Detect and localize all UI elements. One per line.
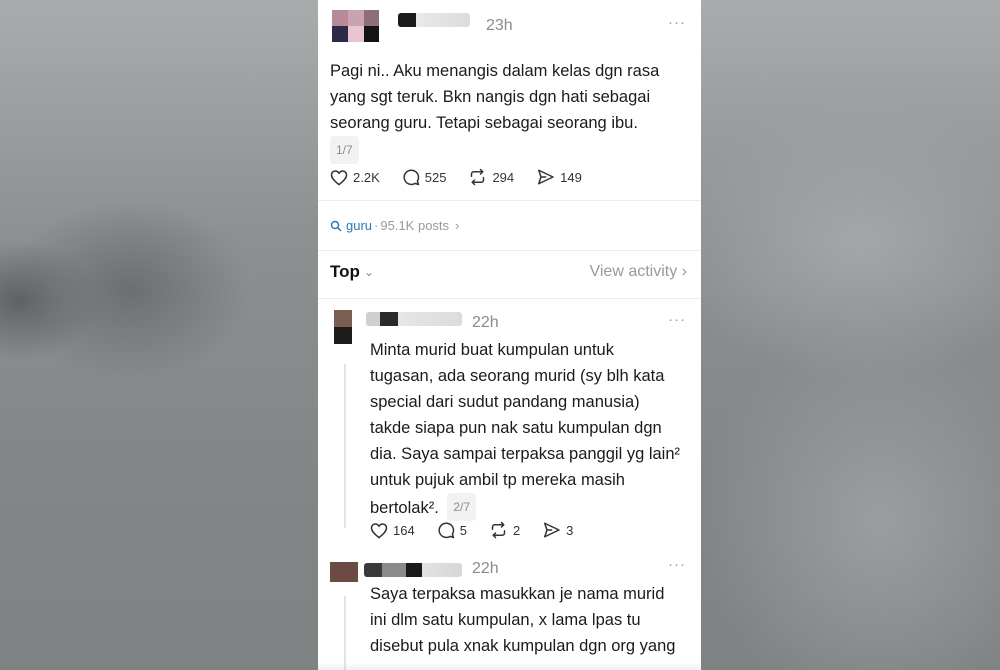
- reply-button[interactable]: 5: [437, 521, 467, 539]
- sort-dropdown[interactable]: Top: [330, 262, 360, 282]
- view-activity-link[interactable]: View activity ›: [589, 263, 687, 281]
- like-button[interactable]: 2.2K: [330, 169, 380, 186]
- reply-text-line: disebut pula xnak kumpulan dgn org yang: [370, 637, 676, 655]
- thread-line: [344, 364, 346, 528]
- reply-actions: 164 5 2 3: [370, 521, 595, 539]
- more-options-icon[interactable]: ···: [668, 311, 686, 328]
- like-count: 164: [393, 522, 415, 538]
- username-redacted[interactable]: [364, 563, 462, 577]
- send-icon: [544, 522, 560, 538]
- divider: [318, 200, 701, 201]
- repost-button[interactable]: 294: [468, 168, 514, 186]
- share-button[interactable]: 149: [536, 168, 582, 186]
- topic-name[interactable]: guru: [346, 218, 372, 233]
- like-button[interactable]: 164: [370, 522, 415, 539]
- reply-text-line: ini dlm satu kumpulan, x lama lpas tu: [370, 611, 641, 629]
- repost-count: 2: [512, 522, 521, 538]
- reply-text-line: untuk pujuk ambil tp mereka masih: [370, 471, 625, 489]
- post-text-line: seorang guru. Tetapi sebagai seorang ibu…: [330, 114, 638, 132]
- sort-row: Top ⌄ View activity ›: [330, 262, 687, 286]
- more-options-icon[interactable]: ···: [668, 556, 686, 573]
- reply-post: 22h ··· Minta murid buat kumpulan untuk …: [318, 298, 701, 548]
- search-icon: [330, 220, 342, 231]
- repost-count: 294: [492, 169, 515, 185]
- topic-tag[interactable]: guru · 95.1K posts ›: [330, 218, 459, 233]
- repost-button[interactable]: 2: [489, 521, 520, 539]
- chevron-right-icon: ›: [455, 218, 460, 233]
- repost-icon: [471, 168, 485, 186]
- thread-counter: 1/7: [330, 136, 359, 164]
- topic-post-count: 95.1K posts: [380, 218, 450, 233]
- comment-icon: [438, 522, 454, 539]
- main-post: 23h ··· Pagi ni.. Aku menangis dalam kel…: [318, 0, 701, 200]
- reply-text-line: tugasan, ada seorang murid (sy blh kata: [370, 367, 665, 385]
- reply-text-line: Minta murid buat kumpulan untuk: [370, 341, 614, 359]
- topic-separator: ·: [374, 218, 379, 233]
- reply-post: 22h ··· Saya terpaksa masukkan je nama m…: [318, 552, 701, 670]
- post-text: Pagi ni.. Aku menangis dalam kelas dgn r…: [330, 58, 690, 164]
- reply-button[interactable]: 525: [402, 168, 447, 186]
- heart-icon: [370, 522, 388, 539]
- share-count: 3: [566, 522, 574, 538]
- reply-text-line: dia. Saya sampai terpaksa panggil yg lai…: [370, 445, 681, 463]
- reply-text-line: bertolak².: [370, 499, 439, 517]
- reply-text-line: takde siapa pun nak satu kumpulan dgn: [370, 419, 662, 437]
- reply-text-line: Saya terpaksa masukkan je nama murid: [370, 585, 665, 603]
- avatar[interactable]: [332, 10, 379, 42]
- thread-line: [344, 596, 346, 670]
- username-redacted[interactable]: [366, 312, 462, 326]
- reply-time: 22h: [472, 560, 499, 577]
- username-redacted[interactable]: [398, 13, 470, 27]
- threads-app-screen: 23h ··· Pagi ni.. Aku menangis dalam kel…: [318, 0, 701, 670]
- comment-icon: [403, 169, 419, 186]
- post-time: 23h: [486, 17, 513, 34]
- reply-time: 22h: [472, 314, 499, 331]
- share-count: 149: [560, 169, 582, 185]
- repost-icon: [491, 521, 506, 539]
- post-actions: 2.2K 525 294 149: [330, 168, 604, 186]
- send-icon: [538, 169, 554, 185]
- more-options-icon[interactable]: ···: [668, 14, 686, 31]
- thread-counter: 2/7: [447, 493, 477, 521]
- divider: [318, 250, 701, 251]
- post-text-line: Pagi ni.. Aku menangis dalam kelas dgn r…: [330, 62, 660, 80]
- reply-text-line: special dari sudut pandang manusia): [370, 393, 640, 411]
- reply-text: Minta murid buat kumpulan untuk tugasan,…: [370, 337, 695, 521]
- bottom-fade: [318, 662, 701, 670]
- avatar[interactable]: [334, 310, 352, 344]
- avatar[interactable]: [330, 562, 358, 582]
- reply-count: 525: [424, 169, 447, 185]
- like-count: 2.2K: [353, 169, 380, 185]
- chevron-down-icon[interactable]: ⌄: [364, 265, 374, 279]
- heart-icon: [330, 169, 348, 186]
- reply-text: Saya terpaksa masukkan je nama murid ini…: [370, 581, 695, 659]
- reply-count: 5: [459, 522, 467, 538]
- post-text-line: yang sgt teruk. Bkn nangis dgn hati seba…: [330, 88, 651, 106]
- share-button[interactable]: 3: [542, 521, 573, 539]
